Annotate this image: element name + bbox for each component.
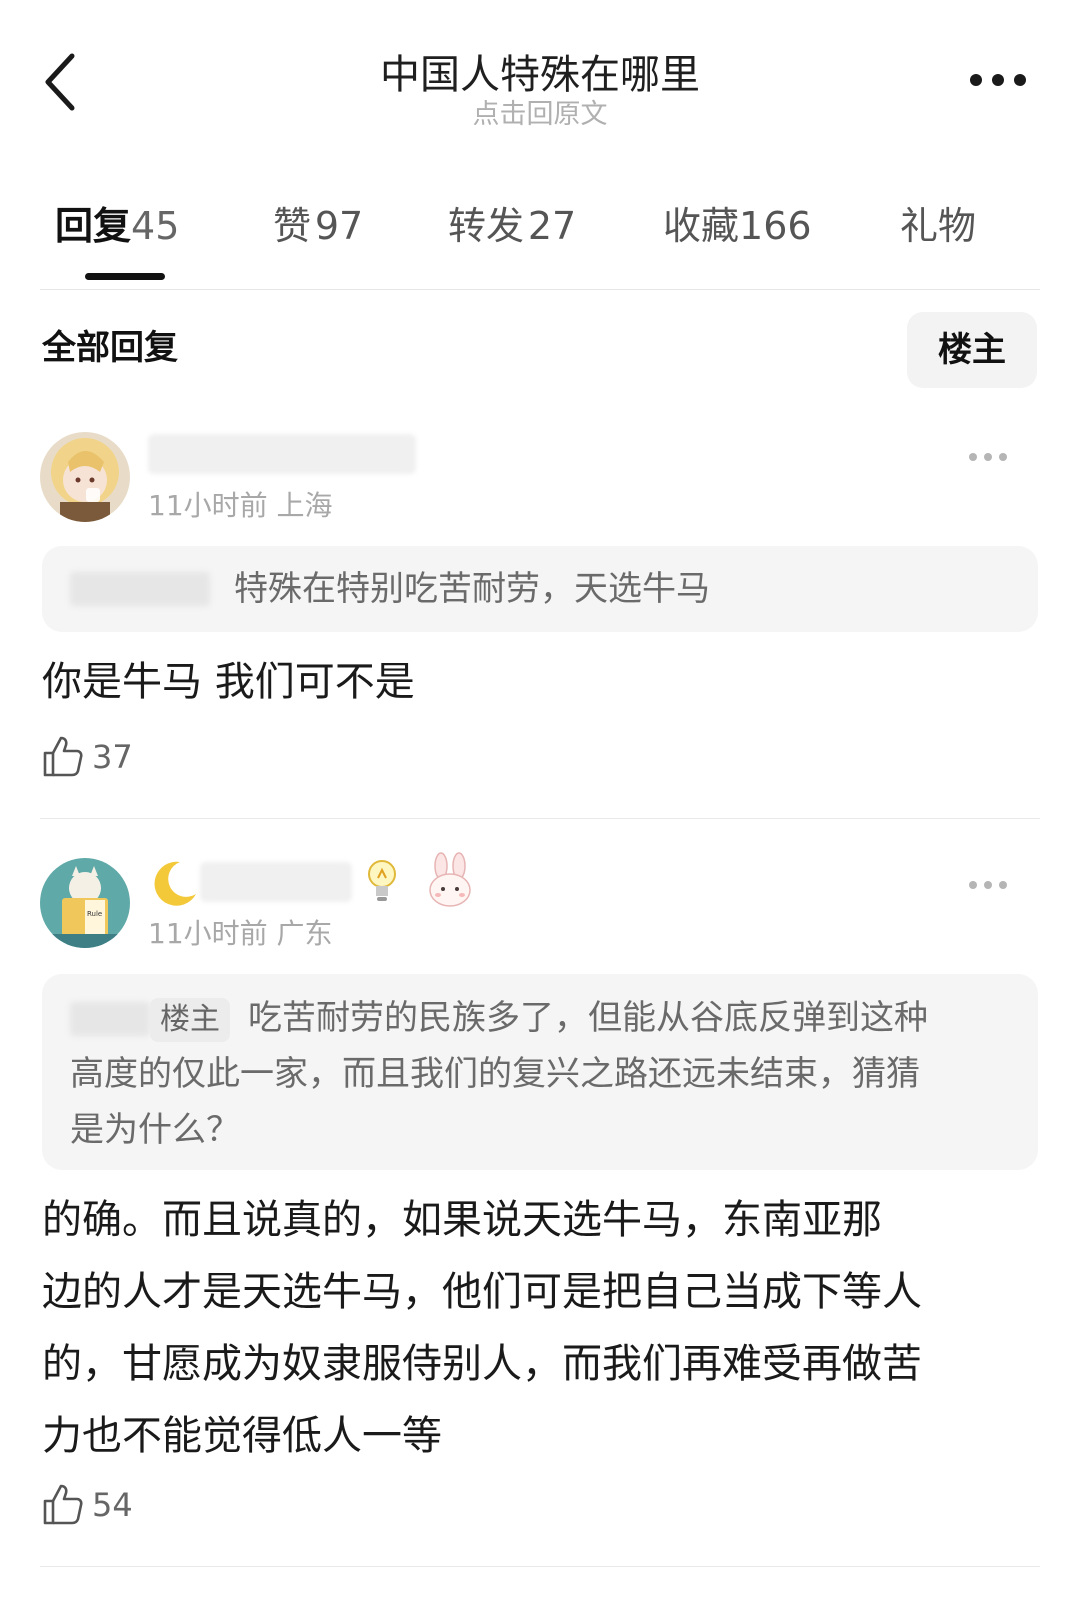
- tab-gifts[interactable]: 礼物: [900, 195, 976, 250]
- svg-text:Rule: Rule: [87, 910, 102, 918]
- tab-label: 回复: [55, 204, 132, 248]
- comment-meta: 11小时前 上海: [148, 489, 333, 522]
- quoted-op-tag-wrap: 楼主: [150, 990, 230, 1046]
- tab-label: 礼物: [900, 204, 977, 248]
- all-replies-heading: 全部回复: [42, 328, 178, 368]
- back-to-original-link[interactable]: 点击回原文: [0, 92, 1080, 131]
- comment-body-line: 的，甘愿成为奴隶服侍别人，而我们再难受再做苦: [42, 1341, 922, 1387]
- tab-favorites[interactable]: 收藏166: [663, 195, 812, 250]
- op-tag: 楼主: [150, 998, 230, 1042]
- tab-count: 45: [131, 204, 180, 248]
- avatar[interactable]: Rule: [40, 858, 130, 948]
- comment-body-line: 边的人才是天选牛马，他们可是把自己当成下等人: [42, 1269, 922, 1315]
- rabbit-icon: [424, 852, 476, 908]
- top-bar: 中国人特殊在哪里 点击回原文: [0, 0, 1080, 150]
- tab-bar: 回复45 赞 97 转发 27 收藏166 礼物: [40, 195, 1040, 285]
- tab-label: 转发: [448, 204, 525, 248]
- comment-body-line: 的确。而且说真的，如果说天选牛马，东南亚那: [42, 1197, 882, 1243]
- quoted-username-redacted: [70, 572, 210, 606]
- like-button[interactable]: 37: [42, 734, 162, 782]
- quoted-text-line: 高度的仅此一家，而且我们的复兴之路还远未结束，猜猜: [70, 1054, 920, 1094]
- moon-icon: [150, 858, 200, 908]
- tab-likes[interactable]: 赞 97: [273, 195, 363, 250]
- comment-body-line: 力也不能觉得低人一等: [42, 1413, 442, 1459]
- comment-more-button[interactable]: [968, 448, 1008, 461]
- thumbs-up-icon: [43, 1484, 83, 1525]
- user-avatar-image: [40, 432, 130, 522]
- more-dots-icon: [969, 881, 1007, 889]
- more-options-button[interactable]: [968, 70, 1028, 90]
- tabs-divider: [40, 289, 1040, 290]
- user-avatar-image: Rule: [40, 858, 130, 948]
- tab-reposts[interactable]: 转发 27: [448, 195, 576, 250]
- like-count: 37: [92, 738, 133, 776]
- quoted-text-line: 吃苦耐劳的民族多了，但能从谷底反弹到这种: [248, 998, 928, 1038]
- avatar[interactable]: [40, 432, 130, 522]
- username-redacted[interactable]: [200, 862, 352, 902]
- post-replies-page: 中国人特殊在哪里 点击回原文 回复45 赞 97 转发 27 收藏166 礼物: [0, 0, 1080, 1613]
- like-count: 54: [92, 1486, 133, 1524]
- more-dots-icon: [969, 453, 1007, 461]
- quoted-username-redacted: [70, 1002, 150, 1036]
- tab-label: 收藏: [663, 204, 740, 248]
- tab-count: 97: [314, 204, 364, 248]
- tab-replies[interactable]: 回复45: [55, 195, 179, 250]
- quoted-comment[interactable]: 特殊在特别吃苦耐劳，天选牛马: [42, 546, 1038, 632]
- quoted-comment[interactable]: 楼主 吃苦耐劳的民族多了，但能从谷底反弹到这种 高度的仅此一家，而且我们的复兴之…: [42, 974, 1038, 1170]
- quoted-text: 特殊在特别吃苦耐劳，天选牛马: [234, 569, 710, 609]
- active-tab-indicator: [85, 273, 165, 280]
- op-only-filter-button[interactable]: 楼主: [907, 312, 1037, 388]
- username-redacted[interactable]: [148, 434, 416, 474]
- lightbulb-icon: [362, 856, 402, 904]
- tab-count: 27: [527, 204, 577, 248]
- comment-divider: [40, 1566, 1040, 1567]
- comment-meta: 11小时前 广东: [148, 917, 333, 950]
- like-button[interactable]: 54: [42, 1482, 162, 1530]
- comment-more-button[interactable]: [968, 876, 1008, 889]
- comment-divider: [40, 818, 1040, 819]
- quoted-text-line: 是为什么？: [70, 1110, 240, 1150]
- thumbs-up-icon: [43, 736, 83, 777]
- more-dots-icon: [970, 74, 1026, 86]
- comment-body: 你是牛马 我们可不是: [42, 659, 415, 705]
- tab-label: 赞: [273, 204, 312, 248]
- tab-count: 166: [739, 204, 812, 248]
